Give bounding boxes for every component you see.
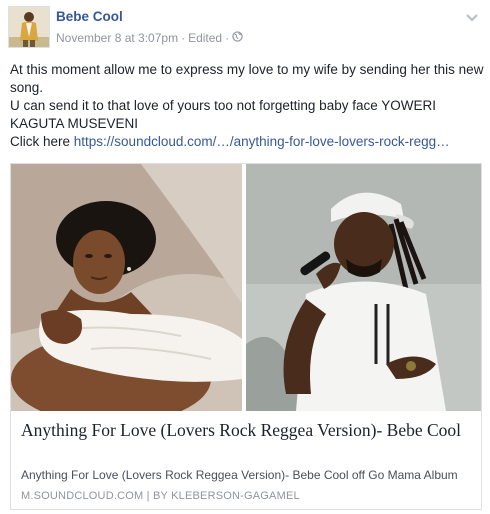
message-line-2: U can send it to that love of yours too … bbox=[10, 98, 436, 131]
meta-separator-2: · bbox=[225, 31, 230, 45]
meta-separator: · bbox=[181, 31, 186, 45]
link-card-description: Anything For Love (Lovers Rock Reggea Ve… bbox=[21, 468, 458, 482]
preview-image-singer[interactable] bbox=[246, 164, 481, 411]
message-line-3: Click here https://soundcloud.com/…/anyt… bbox=[10, 133, 484, 151]
post-timestamp[interactable]: November 8 at 3:07pm bbox=[56, 31, 178, 45]
chevron-down-icon[interactable] bbox=[464, 9, 480, 25]
link-card-author: BY KLEBERSON-GAGAMEL bbox=[152, 490, 300, 502]
link-card-domain: M.SOUNDCLOUD.COM bbox=[21, 490, 144, 502]
avatar[interactable] bbox=[8, 6, 50, 48]
edited-label[interactable]: Edited bbox=[188, 31, 222, 45]
preview-images[interactable] bbox=[11, 164, 481, 411]
message-line-1: At this moment allow me to express my lo… bbox=[10, 62, 484, 95]
post-message: At this moment allow me to express my lo… bbox=[10, 61, 484, 151]
post-meta: November 8 at 3:07pm · Edited · bbox=[56, 31, 243, 45]
link-preview-card[interactable]: Anything For Love (Lovers Rock Reggea Ve… bbox=[10, 163, 482, 510]
link-card-source-separator: | bbox=[146, 490, 150, 502]
author-name[interactable]: Bebe Cool bbox=[56, 9, 123, 24]
globe-icon[interactable] bbox=[232, 31, 243, 45]
avatar-image bbox=[9, 7, 49, 47]
link-card-title[interactable]: Anything For Love (Lovers Rock Reggea Ve… bbox=[21, 419, 471, 441]
soundcloud-link[interactable]: https://soundcloud.com/…/anything-for-lo… bbox=[74, 134, 450, 149]
message-click-prefix: Click here bbox=[10, 134, 74, 149]
preview-image-woman[interactable] bbox=[11, 164, 242, 411]
link-card-source: M.SOUNDCLOUD.COM | BY KLEBERSON-GAGAMEL bbox=[21, 490, 476, 502]
